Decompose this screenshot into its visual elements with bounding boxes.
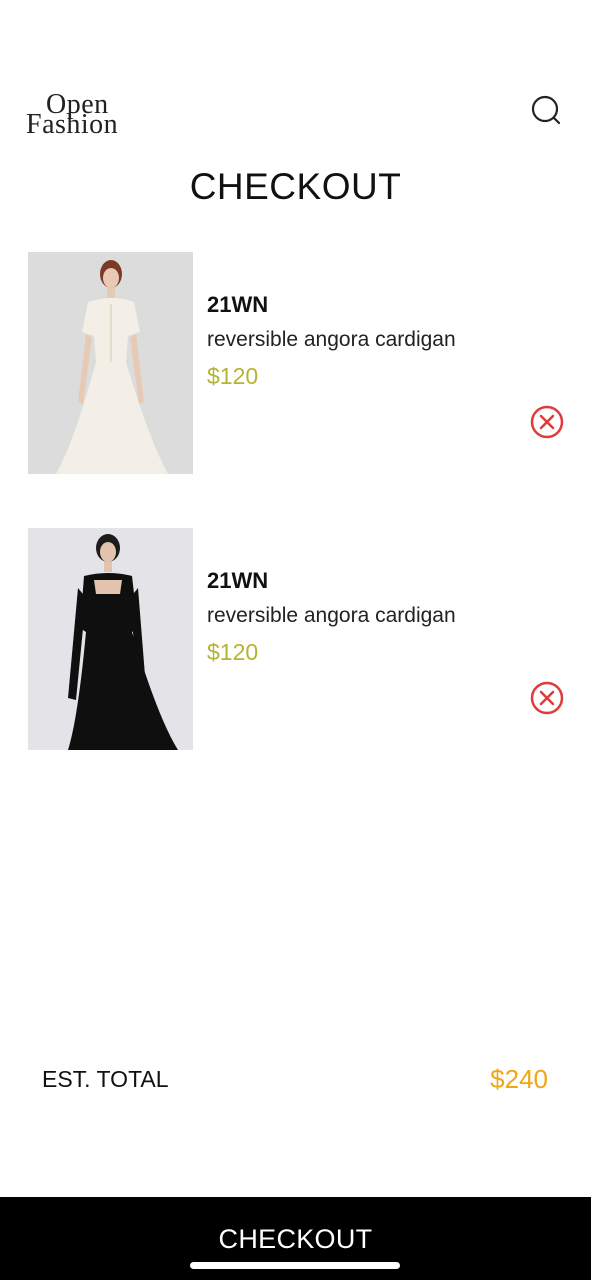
remove-item-button[interactable] [528,679,566,717]
checkout-button[interactable]: CHECKOUT [0,1197,591,1280]
item-price: $120 [207,639,259,665]
checkout-screen: Open Fashion CHECKOUT 21WN reversible an… [0,0,591,1280]
cart-item: 21WN reversible angora cardigan $120 [28,252,568,474]
item-price: $120 [207,363,259,389]
item-brand: 21WN [207,292,269,317]
item-brand: 21WN [207,568,269,593]
close-circle-icon [530,681,564,715]
product-image[interactable] [28,252,193,474]
home-indicator [190,1262,400,1269]
product-image[interactable] [28,528,193,750]
remove-item-button[interactable] [528,403,566,441]
checkout-button-label: CHECKOUT [218,1224,373,1254]
item-description: reversible angora cardigan [207,604,456,627]
logo-line-2: Fashion [26,109,119,140]
search-icon [531,95,561,125]
search-button[interactable] [527,92,565,130]
close-circle-icon [530,405,564,439]
total-value: $240 [490,1064,548,1094]
app-logo[interactable]: Open Fashion [26,91,138,140]
cart-item: 21WN reversible angora cardigan $120 [28,528,568,750]
item-description: reversible angora cardigan [207,328,456,351]
page-title: CHECKOUT [189,166,402,207]
total-label: EST. TOTAL [42,1066,169,1092]
